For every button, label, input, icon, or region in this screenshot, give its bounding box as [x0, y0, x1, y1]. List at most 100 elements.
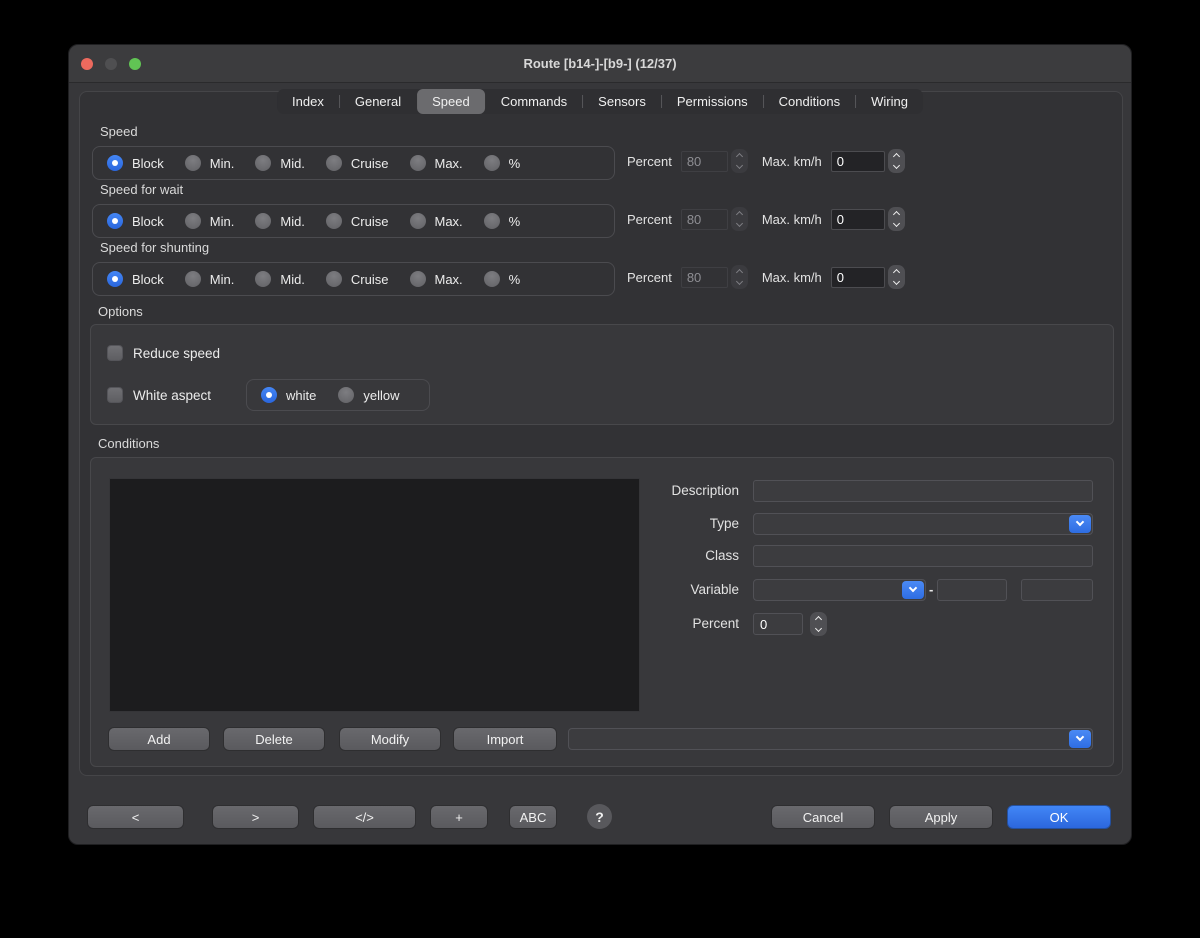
variable-extra-input[interactable]	[1021, 579, 1093, 601]
type-dropdown[interactable]	[753, 513, 1093, 535]
percent-input[interactable]	[681, 209, 728, 230]
max-kmh-stepper[interactable]	[888, 207, 905, 231]
radio-yellow[interactable]: yellow	[338, 387, 399, 403]
add-button[interactable]: Add	[108, 727, 210, 751]
abc-button[interactable]: ABC	[509, 805, 557, 829]
tab-commands[interactable]: Commands	[486, 89, 582, 114]
cancel-button[interactable]: Cancel	[771, 805, 875, 829]
chevron-up-icon	[736, 211, 743, 218]
modify-button[interactable]: Modify	[339, 727, 441, 751]
speed-shunting-radio-group: Block Min. Mid. Cruise Max. %	[92, 262, 615, 296]
radio-max[interactable]: Max.	[410, 213, 463, 229]
max-kmh-stepper[interactable]	[888, 149, 905, 173]
class-input[interactable]	[753, 545, 1093, 567]
percent-input[interactable]	[681, 267, 728, 288]
help-button[interactable]: ?	[587, 804, 612, 829]
radio-min[interactable]: Min.	[185, 155, 235, 171]
description-input[interactable]	[753, 480, 1093, 502]
reduce-speed-row: Reduce speed	[107, 343, 220, 363]
white-aspect-checkbox[interactable]	[107, 387, 123, 403]
radio-mid[interactable]: Mid.	[255, 213, 305, 229]
chevron-up-icon	[736, 153, 743, 160]
tab-general[interactable]: General	[340, 89, 416, 114]
condition-percent-input[interactable]	[753, 613, 803, 635]
delete-button[interactable]: Delete	[223, 727, 325, 751]
tab-permissions[interactable]: Permissions	[662, 89, 763, 114]
dropdown-button[interactable]	[1069, 515, 1091, 533]
radio-cruise[interactable]: Cruise	[326, 155, 389, 171]
radio-selected-icon	[107, 213, 123, 229]
import-button[interactable]: Import	[453, 727, 557, 751]
radio-percent[interactable]: %	[484, 155, 521, 171]
reduce-speed-checkbox[interactable]	[107, 345, 123, 361]
radio-max[interactable]: Max.	[410, 155, 463, 171]
chevron-down-icon	[893, 278, 900, 285]
percent-input[interactable]	[681, 151, 728, 172]
chevron-up-icon	[893, 211, 900, 218]
radio-label: Cruise	[351, 272, 389, 287]
speed-section-label: Speed	[100, 124, 138, 140]
xml-code-button[interactable]: </>	[313, 805, 416, 829]
dropdown-button[interactable]	[1069, 730, 1091, 748]
tab-index[interactable]: Index	[277, 89, 339, 114]
radio-label: Block	[132, 214, 164, 229]
apply-button[interactable]: Apply	[889, 805, 993, 829]
radio-icon	[185, 155, 201, 171]
condition-percent-stepper[interactable]	[810, 612, 827, 636]
radio-cruise[interactable]: Cruise	[326, 271, 389, 287]
chevron-down-icon	[1076, 733, 1084, 741]
radio-cruise[interactable]: Cruise	[326, 213, 389, 229]
radio-label: Mid.	[280, 272, 305, 287]
percent-row: Percent	[91, 613, 1113, 635]
max-kmh-input[interactable]	[831, 267, 885, 288]
radio-block[interactable]: Block	[107, 155, 164, 171]
speed-wait-radio-group: Block Min. Mid. Cruise Max. %	[92, 204, 615, 238]
radio-percent[interactable]: %	[484, 271, 521, 287]
max-kmh-stepper[interactable]	[888, 265, 905, 289]
radio-selected-icon	[107, 155, 123, 171]
variable-value-input[interactable]	[937, 579, 1007, 601]
percent-label: Percent	[627, 270, 672, 285]
radio-percent[interactable]: %	[484, 213, 521, 229]
radio-icon	[484, 155, 500, 171]
radio-min[interactable]: Min.	[185, 213, 235, 229]
radio-label: Max.	[435, 272, 463, 287]
tab-speed[interactable]: Speed	[417, 89, 485, 114]
max-kmh-input[interactable]	[831, 151, 885, 172]
radio-block[interactable]: Block	[107, 271, 164, 287]
percent-stepper[interactable]	[731, 149, 748, 173]
tab-conditions[interactable]: Conditions	[764, 89, 855, 114]
description-label: Description	[671, 483, 739, 498]
radio-label: Cruise	[351, 156, 389, 171]
radio-max[interactable]: Max.	[410, 271, 463, 287]
chevron-down-icon	[736, 278, 743, 285]
percent-stepper[interactable]	[731, 265, 748, 289]
dropdown-button[interactable]	[902, 581, 924, 599]
variable-label: Variable	[690, 582, 739, 597]
radio-icon	[185, 271, 201, 287]
radio-icon	[326, 271, 342, 287]
speed-shunting-section-label: Speed for shunting	[100, 240, 209, 256]
ok-button[interactable]: OK	[1007, 805, 1111, 829]
radio-block[interactable]: Block	[107, 213, 164, 229]
content-panel: Speed Block Min. Mid. Cruise Max. % Perc…	[79, 91, 1123, 776]
window-title: Route [b14-]-[b9-] (12/37)	[69, 45, 1131, 83]
prev-button[interactable]: <	[87, 805, 184, 829]
variable-dropdown[interactable]	[753, 579, 926, 601]
next-button[interactable]: >	[212, 805, 299, 829]
radio-mid[interactable]: Mid.	[255, 155, 305, 171]
percent-stepper[interactable]	[731, 207, 748, 231]
plus-button[interactable]: +	[430, 805, 488, 829]
radio-selected-icon	[107, 271, 123, 287]
radio-icon	[410, 271, 426, 287]
tab-wiring[interactable]: Wiring	[856, 89, 923, 114]
conditions-combobox[interactable]	[568, 728, 1093, 750]
max-kmh-input[interactable]	[831, 209, 885, 230]
radio-label: %	[509, 214, 521, 229]
radio-mid[interactable]: Mid.	[255, 271, 305, 287]
radio-label: Min.	[210, 214, 235, 229]
radio-white[interactable]: white	[261, 387, 316, 403]
radio-min[interactable]: Min.	[185, 271, 235, 287]
tab-sensors[interactable]: Sensors	[583, 89, 661, 114]
radio-icon	[326, 213, 342, 229]
